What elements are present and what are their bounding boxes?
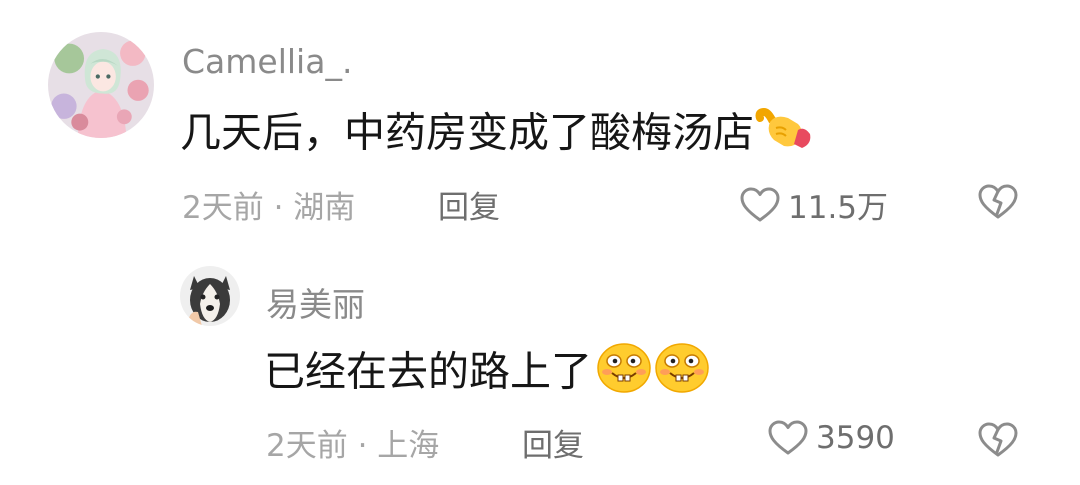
reply-button[interactable]: 回复 [522, 420, 584, 465]
dislike-button[interactable] [978, 184, 1018, 220]
username[interactable]: Camellia_. [182, 42, 352, 81]
avatar[interactable] [48, 32, 154, 138]
reply-meta: 2天前 · 上海 [266, 428, 440, 464]
broken-heart-icon [978, 184, 1018, 219]
reply-text: 已经在去的路上了 [264, 342, 710, 407]
like-count: 3590 [816, 420, 895, 456]
like-button[interactable]: 11.5万 [740, 182, 888, 227]
pointing-hand-emoji-icon [754, 104, 814, 167]
comment-text: 几天后，中药房变成了酸梅汤店 [180, 104, 814, 167]
avatar[interactable] [180, 266, 240, 326]
anime-girl-avatar-icon [48, 32, 154, 138]
reply-button[interactable]: 回复 [438, 182, 500, 227]
grin-emoji-icon [596, 342, 652, 407]
heart-icon [740, 187, 780, 223]
like-button[interactable]: 3590 [768, 420, 895, 456]
husky-dog-avatar-icon [180, 266, 240, 326]
grin-emoji-icon [654, 342, 710, 407]
heart-icon [768, 420, 808, 456]
dislike-button[interactable] [978, 422, 1018, 458]
broken-heart-icon [978, 422, 1018, 457]
comment-text-content: 几天后，中药房变成了酸梅汤店 [180, 108, 754, 157]
like-count: 11.5万 [788, 190, 889, 226]
comment-meta: 2天前 · 湖南 [182, 190, 356, 226]
username[interactable]: 易美丽 [266, 278, 365, 326]
reply-text-content: 已经在去的路上了 [264, 347, 592, 396]
